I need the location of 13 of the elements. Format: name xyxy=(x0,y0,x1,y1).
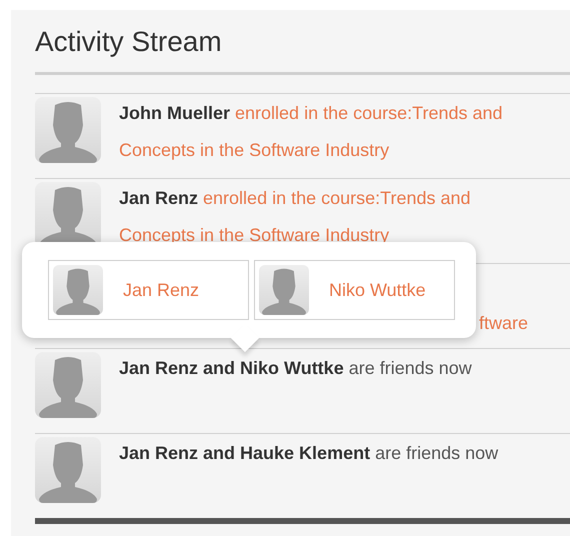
avatar-icon xyxy=(259,265,309,315)
activity-text: Jan Renz enrolled in the course:Trends and Concepts in the Software Industry xyxy=(119,187,472,247)
section-title: Activity Stream xyxy=(35,25,223,59)
avatar-icon xyxy=(53,265,103,315)
avatar-icon xyxy=(35,352,101,418)
avatar-icon xyxy=(35,97,101,163)
activity-text: Jan Renz and Niko Wuttke are friends now xyxy=(119,357,473,380)
activity-text: Jan Renz and Hauke Klement are friends now xyxy=(119,442,500,465)
activity-text: ftware xyxy=(479,312,528,335)
activity-text: John Mueller enrolled in the course:Trends and Concepts in the Software Industry xyxy=(119,102,504,162)
person-link[interactable]: Niko Wuttke xyxy=(254,260,455,320)
person-link[interactable]: Jan Renz xyxy=(48,260,249,320)
avatar-icon xyxy=(35,437,101,503)
